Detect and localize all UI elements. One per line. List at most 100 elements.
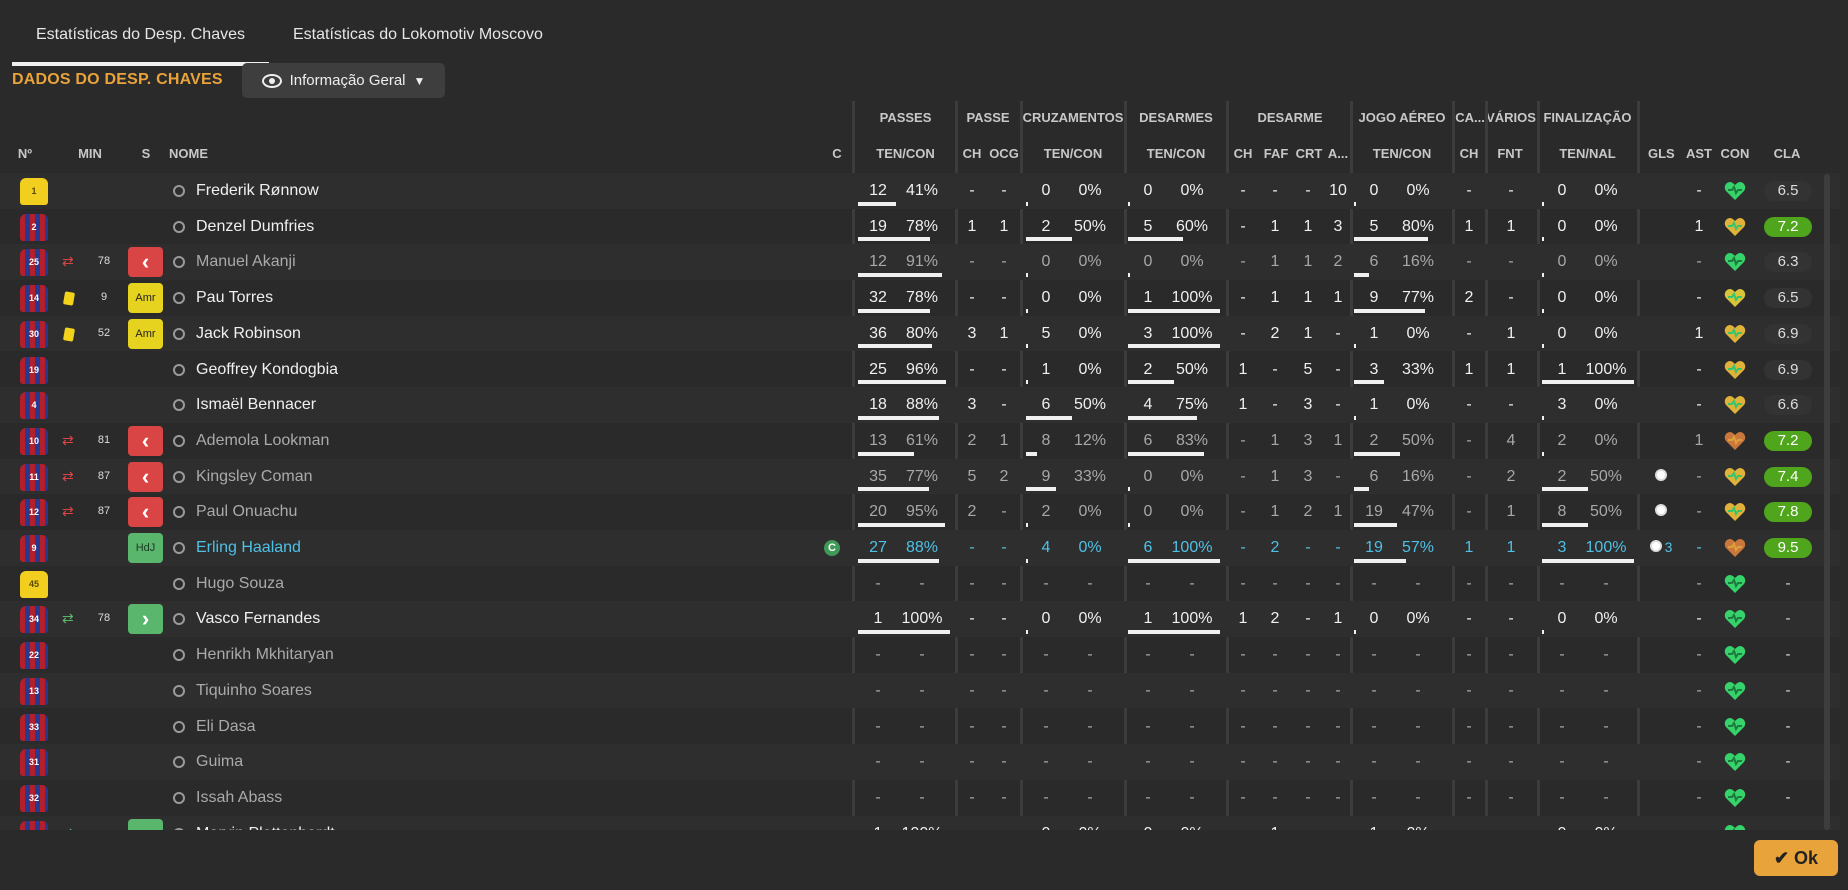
- tackles-attempts: -: [1145, 681, 1151, 699]
- table-row[interactable]: ⇄›Marvin Plattenhardt1100%--00%00%-1--10…: [0, 815, 1840, 830]
- table-row[interactable]: 34 ⇄ 78 › Vasco Fernandes 1 100% - -0 0% 1 100% 1 2-1…: [0, 601, 1840, 638]
- player-name[interactable]: Henrikh Mkhitaryan: [196, 637, 334, 673]
- subbed-off-badge: ‹: [128, 461, 163, 492]
- player-name[interactable]: Guima: [196, 744, 243, 780]
- col-desarme-ch[interactable]: CH: [1232, 137, 1254, 171]
- player-name[interactable]: Issah Abass: [196, 780, 282, 816]
- table-row[interactable]: 14 9 Amr Pau Torres 32 78% - -0 0% 1 100% -1 1 1 9 77% 2…: [0, 280, 1840, 316]
- passes-bar: [858, 344, 932, 349]
- col-c[interactable]: C: [830, 137, 844, 171]
- player-name[interactable]: Geoffrey Kondogbia: [196, 352, 338, 388]
- yellow-card-icon: [62, 327, 76, 342]
- tackle-crt: 1: [1303, 217, 1313, 235]
- player-name[interactable]: Tiquinho Soares: [196, 673, 312, 709]
- table-row[interactable]: 9 HdJ Erling Haaland C 27 88% - -4 0% 6 100% -2- -19…: [0, 530, 1840, 566]
- player-name[interactable]: Vasco Fernandes: [196, 601, 320, 637]
- player-name[interactable]: Jack Robinson: [196, 316, 301, 352]
- table-row[interactable]: 30 52 Amr Jack Robinson 36 80% 3 1 5 0% 3 100% -2 1-1…: [0, 315, 1840, 352]
- col-nome[interactable]: NOME: [169, 137, 219, 171]
- crosses-attempts: 5: [1041, 324, 1051, 342]
- person-icon: [173, 649, 185, 662]
- col-con[interactable]: CON: [1720, 137, 1750, 171]
- table-row[interactable]: 25 ⇄ 78 ‹ Manuel Akanji 12 91% - -0 0% 0 0% -1 1 2 6 16%…: [0, 244, 1840, 281]
- table-row[interactable]: 2 Denzel Dumfries 19 78% 1 1 2 50% 5 60% -1 1 3 5 80% 1…: [0, 209, 1840, 245]
- col-passes-ten-con[interactable]: TEN/CON: [858, 137, 953, 171]
- col-cruz-ten-con[interactable]: TEN/CON: [1024, 137, 1122, 171]
- player-name[interactable]: Pau Torres: [196, 280, 273, 316]
- tackles-attempts: -: [1145, 646, 1151, 664]
- col-s[interactable]: S: [136, 137, 156, 171]
- shots-attempts: -: [1559, 788, 1565, 806]
- table-row[interactable]: 12 ⇄ 87 ‹ Paul Onuachu 20 95% 2-2 0% 0 0% -1 2 1 19 47%…: [0, 494, 1840, 530]
- stats-tabs: Estatísticas do Desp. Chaves Estatística…: [12, 0, 567, 66]
- player-name[interactable]: Ismaël Bennacer: [196, 387, 316, 423]
- tab-team-stats[interactable]: Estatísticas do Desp. Chaves: [12, 0, 269, 66]
- condition-heart-icon: [1724, 182, 1746, 200]
- player-name[interactable]: Paul Onuachu: [196, 494, 297, 530]
- shirt-number-icon: 10: [20, 427, 48, 455]
- check-icon: ✔: [1773, 848, 1790, 868]
- subbed-on-badge: ›: [128, 818, 163, 830]
- col-desarme-crt[interactable]: CRT: [1294, 137, 1324, 171]
- shirt-number-icon: 32: [20, 784, 48, 812]
- match-rating: -: [1785, 610, 1791, 628]
- player-name[interactable]: Marvin Plattenhardt: [196, 816, 335, 830]
- tackle-crt: 3: [1303, 431, 1313, 449]
- col-aereo-ten-con[interactable]: TEN/CON: [1354, 137, 1450, 171]
- player-name[interactable]: Frederik Rønnow: [196, 173, 319, 209]
- tackle-ch: -: [1240, 253, 1246, 271]
- varios-fnt: -: [1508, 788, 1514, 806]
- tackle-faf: -: [1272, 396, 1278, 414]
- tab-opponent-stats[interactable]: Estatísticas do Lokomotiv Moscovo: [269, 0, 567, 62]
- player-name[interactable]: Eli Dasa: [196, 709, 256, 745]
- col-varios-fnt[interactable]: FNT: [1494, 137, 1526, 171]
- table-row[interactable]: 22 Henrikh Mkhitaryan - - - - - - - - - - - - - - - - - - - -: [0, 637, 1840, 673]
- table-row[interactable]: 1 Frederik Rønnow 12 41% - -0 0% 0 0% - - -10 0 0% - -0…: [0, 173, 1840, 209]
- shots-bar: [1542, 344, 1544, 349]
- table-row[interactable]: 33 Eli Dasa - - - - - - - - - - - - - - - - - - - -: [0, 709, 1840, 745]
- col-passe-ocg[interactable]: OCG: [988, 137, 1020, 171]
- tackles-pct: -: [1189, 717, 1195, 735]
- col-fin-ten-nal[interactable]: TEN/NAL: [1540, 137, 1635, 171]
- condition-heart-icon: [1724, 574, 1746, 593]
- col-num[interactable]: Nº: [14, 137, 36, 171]
- table-row[interactable]: 45 Hugo Souza - - - - - - - - - - - - - - - - - - - -: [0, 566, 1840, 602]
- col-desarme-faf[interactable]: FAF: [1260, 137, 1292, 171]
- col-ast[interactable]: AST: [1686, 137, 1712, 171]
- tackles-pct: 0%: [1180, 503, 1204, 521]
- player-name[interactable]: Manuel Akanji: [196, 244, 296, 280]
- tackle-a: 3: [1333, 217, 1343, 235]
- yellow-card-badge: Amr: [128, 318, 163, 349]
- table-row[interactable]: 11 ⇄ 87 ‹ Kingsley Coman 35 77% 5 2 9 33% 0 0% -1 3-6 1…: [0, 458, 1840, 495]
- col-desarmes-ten-con[interactable]: TEN/CON: [1128, 137, 1224, 171]
- col-min[interactable]: MIN: [74, 137, 106, 171]
- ok-button[interactable]: ✔ Ok: [1754, 840, 1838, 876]
- player-name[interactable]: Denzel Dumfries: [196, 209, 314, 245]
- col-gls[interactable]: GLS: [1648, 137, 1675, 171]
- table-row[interactable]: 13 Tiquinho Soares - - - - - - - - - - - - - - - - - - - -: [0, 672, 1840, 709]
- col-ca-ch[interactable]: CH: [1458, 137, 1480, 171]
- col-passe-ch[interactable]: CH: [958, 137, 986, 171]
- crosses-pct: 33%: [1073, 467, 1107, 485]
- player-name[interactable]: Ademola Lookman: [196, 423, 329, 459]
- col-cla[interactable]: CLA: [1772, 137, 1802, 171]
- table-row[interactable]: 32 Issah Abass - - - - - - - - - - - - - - - - - - - -: [0, 780, 1840, 816]
- match-rating: 7.8: [1764, 502, 1812, 523]
- subbed-off-badge: ‹: [128, 247, 163, 278]
- view-dropdown[interactable]: Informação Geral ▼: [242, 63, 445, 98]
- table-row[interactable]: 10 ⇄ 81 ‹ Ademola Lookman 13 61% 2 1 8 12% 6 83% -1 3 1…: [0, 423, 1840, 459]
- match-rating: -: [1785, 788, 1791, 806]
- table-row[interactable]: 19 Geoffrey Kondogbia 25 96% - -1 0% 2 50% 1-5-3 3…: [0, 352, 1840, 388]
- shots-pct: -: [1603, 574, 1609, 592]
- football-icon: [1655, 504, 1667, 517]
- player-name[interactable]: Erling Haaland: [196, 530, 301, 566]
- table-scrollbar[interactable]: [1824, 174, 1830, 830]
- tackle-crt: -: [1305, 788, 1311, 806]
- player-name[interactable]: Hugo Souza: [196, 566, 284, 602]
- player-name[interactable]: Kingsley Coman: [196, 459, 313, 495]
- table-row[interactable]: 4 Ismaël Bennacer 18 88% 3-6 50% 4 75% 1-3-1 0% - -…: [0, 387, 1840, 423]
- table-row[interactable]: 31 Guima - - - - - - - - - - - - - - - - - - - -: [0, 744, 1840, 780]
- col-desarme-a[interactable]: A...: [1326, 137, 1350, 171]
- person-icon: [173, 327, 185, 340]
- crosses-attempts: 0: [1041, 182, 1051, 199]
